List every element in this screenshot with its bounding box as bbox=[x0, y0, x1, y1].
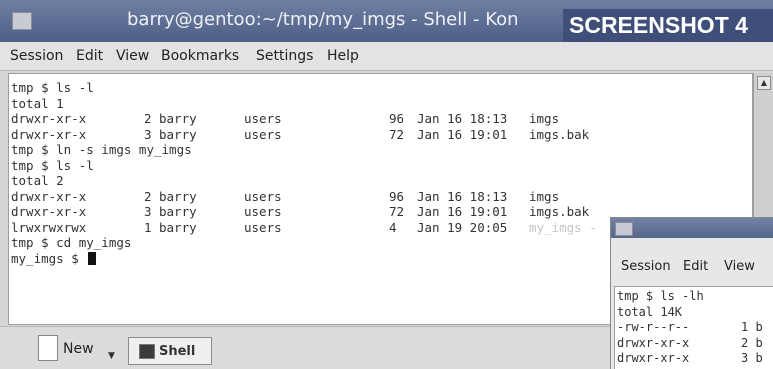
listing-name: imgs bbox=[529, 188, 560, 204]
new-session-button[interactable]: New ▼ bbox=[16, 333, 120, 365]
chevron-down-icon[interactable]: ▼ bbox=[108, 351, 115, 361]
listing-date: Jan 19 20:05 bbox=[417, 219, 508, 235]
listing-size: 96 bbox=[389, 111, 405, 126]
menu-edit[interactable]: Edit bbox=[76, 48, 103, 64]
terminal-line-text: tmp $ cd my_imgs bbox=[11, 235, 132, 250]
terminal-line-text: tmp $ ls -l bbox=[11, 157, 94, 173]
listing-group: users bbox=[244, 111, 282, 126]
listing-owner: barry bbox=[159, 188, 197, 204]
listing-date: Jan 16 18:13 bbox=[417, 188, 508, 204]
menu-session[interactable]: Session bbox=[621, 259, 671, 274]
terminal-line: total 2 bbox=[11, 173, 64, 189]
listing-name: imgs.bak bbox=[529, 204, 590, 219]
terminal-line-text: my_imgs $ bbox=[11, 250, 87, 266]
second-terminal-links: 3 b bbox=[741, 351, 763, 365]
menu-help[interactable]: Help bbox=[327, 48, 359, 64]
second-terminal-text: drwxr-xr-x bbox=[617, 335, 690, 350]
listing-group: users bbox=[244, 219, 282, 235]
terminal-line: tmp $ cd my_imgs bbox=[11, 235, 131, 251]
terminal-line-text: tmp $ ln -s imgs my_imgs bbox=[11, 142, 192, 157]
listing-owner: barry bbox=[159, 219, 197, 235]
second-terminal-text: drwxr-xr-x bbox=[617, 351, 690, 365]
listing-date: Jan 16 19:01 bbox=[417, 204, 508, 219]
text-cursor bbox=[88, 251, 97, 265]
shell-prompt: my_imgs $ bbox=[11, 250, 97, 267]
second-konsole-window[interactable]: Session Edit View tmp $ ls -lh total 14K -… bbox=[610, 217, 773, 369]
window-menu-icon[interactable] bbox=[615, 222, 633, 236]
second-terminal-line: drwxr-xr-x 2 b bbox=[617, 335, 763, 351]
new-session-label: New bbox=[63, 341, 94, 357]
menu-settings[interactable]: Settings bbox=[256, 48, 313, 64]
listing-perms: drwxr-xr-x bbox=[11, 111, 87, 126]
terminal-line: tmp $ ln -s imgs my_imgs bbox=[11, 142, 192, 158]
terminal-line: total 1 bbox=[11, 96, 64, 112]
listing-date: Jan 16 19:01 bbox=[417, 126, 508, 142]
listing-size: 72 bbox=[389, 126, 405, 142]
menu-view[interactable]: View bbox=[116, 48, 149, 64]
listing-perms: drwxr-xr-x bbox=[11, 126, 87, 142]
listing-perms: drwxr-xr-x bbox=[11, 204, 87, 219]
listing-group: users bbox=[244, 188, 282, 204]
terminal-icon bbox=[139, 344, 155, 359]
second-terminal-links: 2 b bbox=[741, 335, 763, 350]
terminal-line-text: total 2 bbox=[11, 173, 64, 188]
menu-bookmarks[interactable]: Bookmarks bbox=[161, 48, 239, 64]
listing-date: Jan 16 18:13 bbox=[417, 111, 508, 126]
listing-links: 1 bbox=[144, 219, 152, 235]
listing-perms: drwxr-xr-x bbox=[11, 188, 87, 204]
listing-size: 4 bbox=[389, 219, 397, 235]
listing-links: 3 bbox=[144, 204, 152, 219]
scroll-up-arrow-icon[interactable]: ▲ bbox=[757, 76, 771, 90]
tab-shell-label: Shell bbox=[159, 344, 196, 359]
listing-group: users bbox=[244, 126, 282, 142]
new-page-icon bbox=[38, 335, 58, 361]
second-terminal-line: -rw-r--r-- 1 b bbox=[617, 320, 763, 335]
second-window-menubar: Session Edit View bbox=[611, 256, 773, 278]
listing-name: imgs.bak bbox=[529, 126, 590, 142]
terminal-line-text: tmp $ ls -l bbox=[11, 80, 94, 95]
screenshot-stamp: SCREENSHOT 4 bbox=[563, 9, 773, 42]
listing-perms: lrwxrwxrwx bbox=[11, 219, 87, 235]
terminal-line: tmp $ ls -l bbox=[11, 80, 94, 96]
terminal-line-text: total 1 bbox=[11, 95, 64, 111]
second-terminal-line: total 14K bbox=[617, 305, 682, 320]
second-terminal-line: drwxr-xr-x 3 b bbox=[617, 351, 763, 366]
listing-links: 3 bbox=[144, 126, 152, 142]
second-terminal-line: tmp $ ls -lh bbox=[617, 289, 704, 304]
listing-name: my_imgs - bbox=[529, 219, 597, 235]
window-titlebar[interactable]: barry@gentoo:~/tmp/my_imgs - Shell - Kon… bbox=[0, 0, 773, 42]
listing-name: imgs bbox=[529, 111, 560, 126]
listing-size: 96 bbox=[389, 188, 405, 204]
second-terminal-output[interactable]: tmp $ ls -lh total 14K -rw-r--r-- 1 b drwxr-… bbox=[614, 286, 773, 369]
window-title: barry@gentoo:~/tmp/my_imgs - Shell - Kon bbox=[127, 9, 519, 30]
second-terminal-links: 1 b bbox=[741, 320, 763, 334]
menu-session[interactable]: Session bbox=[10, 48, 63, 64]
listing-links: 2 bbox=[144, 188, 152, 204]
listing-links: 2 bbox=[144, 111, 152, 126]
listing-group: users bbox=[244, 204, 282, 219]
listing-size: 72 bbox=[389, 204, 405, 219]
second-window-titlebar[interactable] bbox=[611, 218, 773, 238]
menubar: Session Edit View Bookmarks Settings Hel… bbox=[0, 42, 773, 71]
menu-view[interactable]: View bbox=[724, 259, 755, 274]
second-terminal-text: tmp $ ls -lh bbox=[617, 289, 704, 303]
menu-edit[interactable]: Edit bbox=[683, 259, 708, 274]
second-terminal-text: total 14K bbox=[617, 304, 683, 319]
second-terminal-text: -rw-r--r-- bbox=[617, 320, 690, 334]
window-menu-icon[interactable] bbox=[12, 12, 32, 30]
listing-owner: barry bbox=[159, 111, 197, 126]
terminal-line: tmp $ ls -l bbox=[11, 158, 94, 174]
listing-owner: barry bbox=[159, 204, 197, 219]
tab-shell[interactable]: Shell bbox=[128, 337, 212, 365]
listing-owner: barry bbox=[159, 126, 197, 142]
